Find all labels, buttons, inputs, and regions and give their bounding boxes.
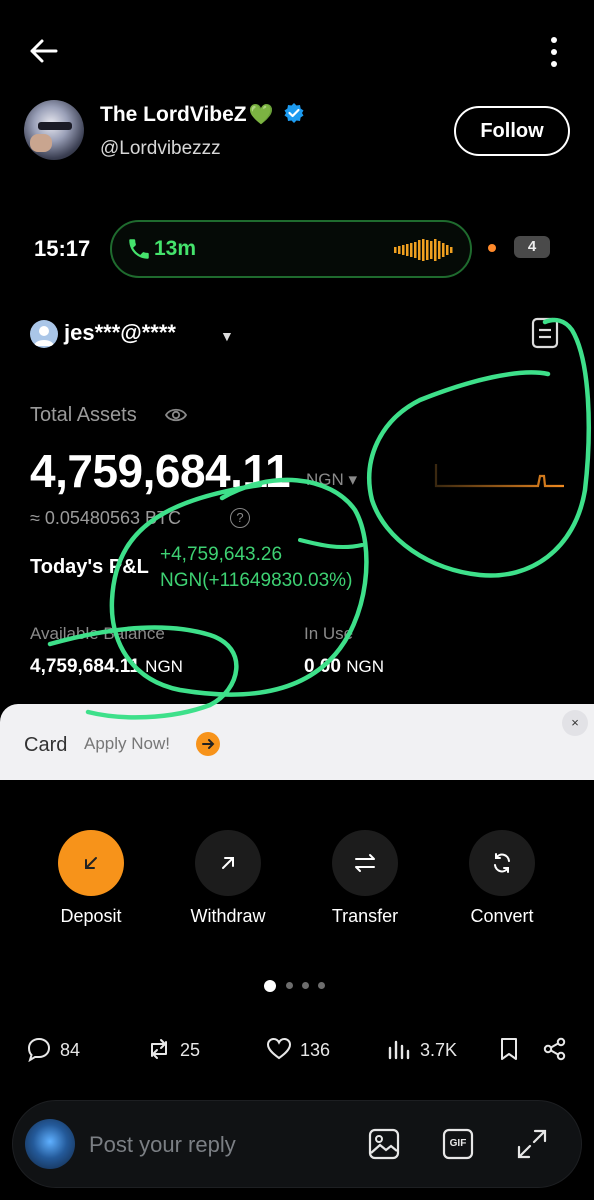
top-bar [0,0,594,100]
author-name-text: The LordVibeZ [100,103,247,126]
available-amount: 4,759,684.11 [30,656,140,677]
comment-icon [27,1037,51,1062]
in-use-amount: 0.00 [304,656,341,677]
available-unit: NGN [145,657,183,676]
pnl-value: +4,759,643.26 NGN(+11649830.03%) [160,542,352,594]
more-options-button[interactable] [544,34,564,70]
pnl-amount: +4,759,643.26 [160,544,283,565]
pnl-label: Today's P&L [30,556,149,578]
transfer-label: Transfer [331,906,399,926]
deposit-label: Deposit [60,906,122,926]
author-display-name[interactable]: The LordVibeZ 💚 [100,102,305,127]
eye-icon [164,408,188,422]
available-balance-label: Available Balance [30,624,165,643]
avatar-hand-shape [30,134,52,152]
wallet-actions: Deposit Withdraw Transfer Convert [0,830,594,940]
caret-down-icon: ▼ [220,328,234,344]
reply-count: 84 [60,1040,81,1060]
arrow-up-right-icon [222,857,234,869]
withdraw-label: Withdraw [190,906,266,926]
pager-dot [286,982,293,989]
pnl-percent: NGN(+11649830.03%) [160,570,353,591]
audio-waveform-icon [394,239,453,261]
available-balance-value: 4,759,684.11 NGN [30,656,183,678]
btc-equivalent: ≈ 0.05480563 BTC [30,508,181,528]
total-assets-value: 4,759,684.11 [30,445,291,497]
post-media-image[interactable]: 15:17 13m 4 jes***@**** ▼ Total Assets 4… [0,200,594,780]
convert-label: Convert [470,906,534,926]
account-email-label: jes***@**** [64,320,176,345]
repost-icon [151,1039,167,1059]
reply-composer: GIF [12,1100,582,1188]
view-count: 3.7K [420,1040,458,1060]
image-icon[interactable] [367,1127,401,1161]
transfer-button[interactable] [332,830,398,896]
author-avatar[interactable] [24,100,84,160]
promo-apply-link: Apply Now! [84,734,170,753]
close-icon: × [562,710,588,736]
phone-icon [129,239,149,259]
arrow-down-left-icon [85,857,97,869]
help-icon: ? [230,508,250,528]
heart-icon [266,1037,292,1060]
status-time: 15:17 [34,236,91,261]
user-avatar-icon [30,320,58,348]
media-pager[interactable] [264,980,334,992]
deposit-action[interactable]: Deposit [31,830,151,927]
convert-action[interactable]: Convert [442,830,562,927]
like-count: 136 [300,1040,331,1060]
post-author: The LordVibeZ 💚 @Lordvibezzz Follow [24,98,570,164]
gif-button[interactable]: GIF [441,1127,475,1161]
ongoing-call-pill: 13m [110,220,472,278]
follow-button[interactable]: Follow [454,106,570,156]
deposit-button[interactable] [58,830,124,896]
currency-selector: NGN ▾ [306,470,358,489]
total-assets-label: Total Assets [30,404,137,426]
in-use-value: 0.00 NGN [304,656,384,678]
bookmark-icon [501,1038,517,1060]
in-use-unit: NGN [346,657,385,676]
expand-icon[interactable] [515,1127,549,1161]
convert-button[interactable] [469,830,535,896]
document-icon [531,317,559,349]
transfer-arrows-icon [355,854,375,872]
withdraw-action[interactable]: Withdraw [168,830,288,927]
arrow-right-icon [196,732,220,756]
reply-input[interactable] [89,1129,349,1161]
verified-badge-icon [284,103,304,123]
transfer-action[interactable]: Transfer [305,830,425,927]
balance-sparkline [434,464,564,488]
back-button[interactable] [26,34,60,68]
bar-chart-icon [388,1040,410,1060]
in-use-label: In Use [304,624,354,643]
pager-dot [318,982,325,989]
author-handle[interactable]: @Lordvibezzz [100,138,221,160]
refresh-cycle-icon [494,853,510,873]
pager-dot [302,982,309,989]
back-arrow-icon [30,39,58,63]
vertical-dots-icon [551,37,557,67]
status-dot [488,244,496,252]
withdraw-button[interactable] [195,830,261,896]
engagement-bar: 84 25 136 3.7K [0,1030,594,1070]
call-duration: 13m [154,237,197,260]
notification-badge: 4 [514,236,550,258]
card-promo-banner: Card Apply Now! × [0,704,594,780]
green-heart-icon: 💚 [248,104,274,126]
pager-dot-active [264,980,276,992]
avatar-mask-shape [38,122,72,130]
gif-label: GIF [449,1138,467,1149]
promo-title: Card [24,734,68,756]
repost-count: 25 [180,1040,201,1060]
user-avatar [25,1119,75,1169]
share-icon [543,1037,566,1061]
